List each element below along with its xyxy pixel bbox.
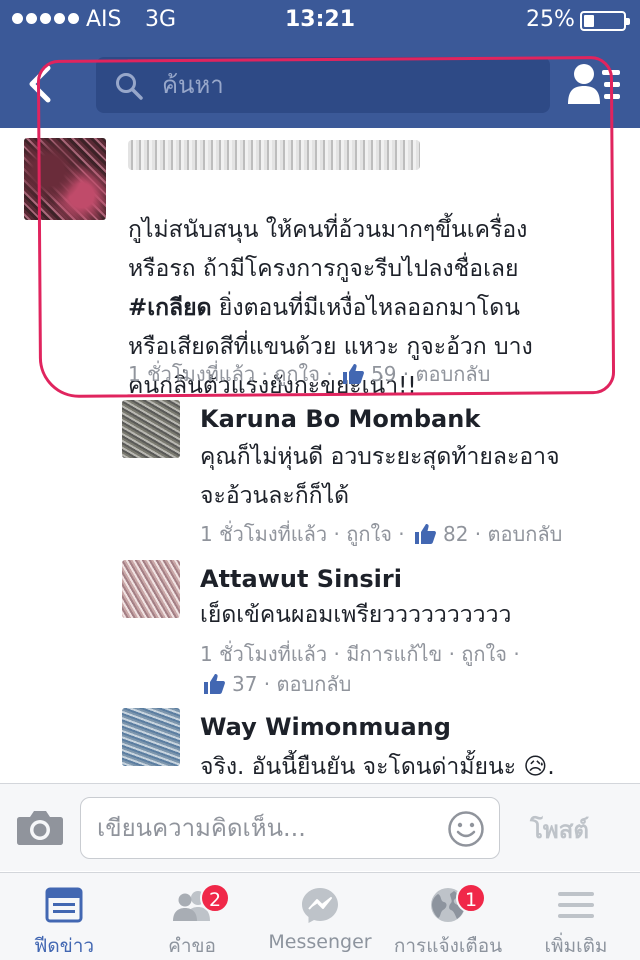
tab-label: ฟีดข่าว — [33, 935, 95, 957]
comment-time[interactable]: 1 ชั่วโมงที่แล้ว — [200, 518, 327, 550]
post-button[interactable]: โพสต์ — [530, 810, 589, 849]
comment-meta-line2: 37 · ตอบกลับ — [200, 668, 351, 700]
comment-time[interactable]: 1 ชั่วโมงที่แล้ว — [128, 358, 255, 390]
like-count: 82 — [443, 522, 469, 546]
comment-time[interactable]: 1 ชั่วโมงที่แล้ว — [200, 638, 327, 670]
status-bar: AIS 3G 13:21 25% — [0, 0, 640, 40]
notification-badge: 1 — [456, 883, 487, 913]
avatar[interactable] — [122, 400, 180, 458]
thumbs-up-icon — [415, 524, 436, 544]
like-link[interactable]: ถูกใจ — [346, 518, 392, 550]
hashtag[interactable]: #เกลียด — [128, 295, 212, 321]
tab-news-feed[interactable]: ฟีดข่าว — [0, 873, 128, 960]
reply-link[interactable]: ตอบกลับ — [277, 668, 352, 700]
search-icon — [116, 73, 143, 100]
tab-notifications[interactable]: 1 การแจ้งเตือน — [384, 873, 512, 960]
camera-icon[interactable] — [16, 807, 64, 847]
comment-input[interactable] — [97, 808, 437, 848]
comment-meta: 1 ชั่วโมงที่แล้ว · มีการแก้ไข · ถูกใจ · — [200, 638, 520, 670]
back-button[interactable] — [20, 62, 64, 106]
battery-icon — [580, 11, 630, 31]
comment-input-box[interactable] — [80, 797, 500, 859]
like-count: 37 — [232, 672, 258, 696]
comment-meta: 1 ชั่วโมงที่แล้ว · ถูกใจ · 82 · ตอบกลับ — [200, 518, 562, 550]
friends-list-icon — [568, 64, 620, 104]
reply-link[interactable]: ตอบกลับ — [416, 358, 491, 390]
avatar[interactable] — [24, 138, 106, 220]
tab-friend-requests[interactable]: 2 คำขอ — [128, 873, 256, 960]
comment-text: คุณก็ไม่หุ่นดี อวบระยะสุดท้ายละอาจ จะอ้ว… — [200, 444, 560, 509]
tab-more[interactable]: เพิ่มเติม — [512, 873, 640, 960]
menu-icon — [558, 892, 594, 918]
tab-label: Messenger — [268, 931, 372, 953]
tab-label: เพิ่มเติม — [544, 935, 608, 957]
comment-text: จริง. อันนี้ยืนยัน จะโดนด่ามั้ยนะ 😥. — [200, 754, 555, 780]
notification-badge: 2 — [200, 883, 231, 913]
comment-meta: 1 ชั่วโมงที่แล้ว · ถูกใจ · 59 · ตอบกลับ — [128, 358, 490, 390]
thumbs-up-icon — [204, 674, 225, 694]
avatar[interactable] — [122, 560, 180, 618]
news-feed-icon — [45, 887, 83, 923]
tab-label: คำขอ — [168, 935, 216, 957]
smiley-icon[interactable] — [447, 810, 485, 848]
avatar[interactable] — [122, 708, 180, 766]
friends-list-button[interactable] — [566, 60, 622, 110]
reply-link[interactable]: ตอบกลับ — [488, 518, 563, 550]
comment-author[interactable]: Attawut Sinsiri — [200, 565, 402, 593]
edited-label[interactable]: มีการแก้ไข — [346, 638, 442, 670]
tab-bar: ฟีดข่าว 2 คำขอ Messenger 1 การแจ้งเตือน — [0, 872, 640, 960]
blurred-author-name — [128, 140, 420, 170]
comment-author[interactable]: Karuna Bo Mombank — [200, 405, 480, 433]
back-chevron-icon — [29, 65, 51, 103]
like-count: 59 — [371, 362, 397, 386]
comment-author[interactable]: Way Wimonmuang — [200, 713, 451, 741]
search-bar[interactable] — [96, 57, 550, 113]
thumbs-up-icon — [343, 364, 364, 384]
search-input[interactable] — [162, 65, 532, 105]
messenger-icon — [302, 888, 338, 923]
tab-label: การแจ้งเตือน — [393, 935, 503, 957]
comment-text: เย็ดเข้คนผอมเพรียวววววววววว — [200, 602, 512, 628]
comment-composer: โพสต์ — [0, 783, 640, 871]
tab-messenger[interactable]: Messenger — [256, 873, 384, 960]
like-link[interactable]: ถูกใจ — [461, 638, 507, 670]
top-bar: AIS 3G 13:21 25% — [0, 0, 640, 128]
battery-percent: 25% — [526, 7, 575, 32]
like-link[interactable]: ถูกใจ — [274, 358, 320, 390]
